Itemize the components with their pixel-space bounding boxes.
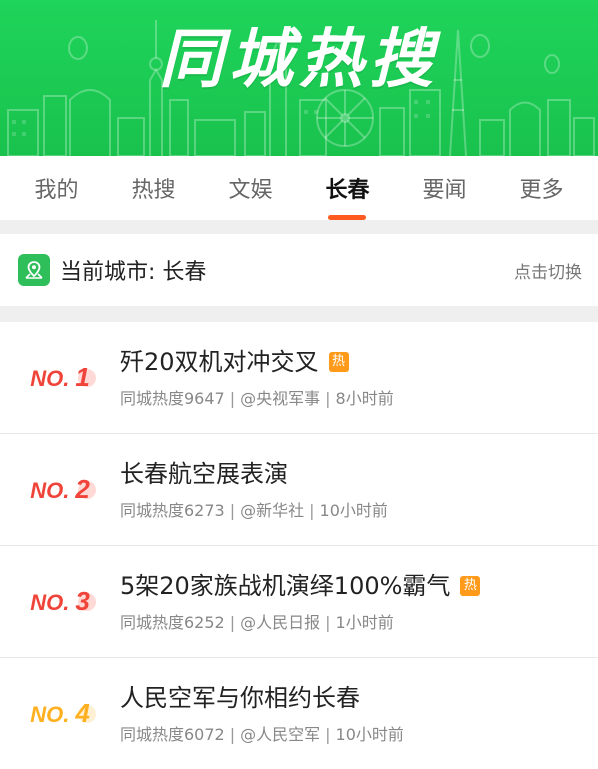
tab-hot-search[interactable]: 热搜	[127, 166, 179, 210]
section-divider	[0, 220, 598, 234]
item-title: 长春航空展表演	[120, 459, 288, 488]
item-title: 歼20双机对冲交叉 热	[120, 347, 582, 377]
tab-label: 热搜	[131, 178, 176, 203]
banner: 同城热搜	[0, 0, 598, 156]
list-item[interactable]: NO. 3 5架20家族战机演绎100%霸气 热 同城热度6252 | @人民日报 | 1…	[0, 546, 598, 658]
switch-city-link[interactable]: 点击切换	[514, 258, 582, 283]
list-item[interactable]: NO. 4 人民空军与你相约长春 同城热度6072 | @人民空军 | 10小时前	[0, 658, 598, 769]
location-map-icon	[18, 254, 50, 286]
rank-badge: NO. 1	[0, 362, 120, 393]
tab-news[interactable]: 要闻	[418, 166, 470, 210]
item-meta: 同城热度6072 | @人民空军 | 10小时前	[120, 724, 404, 744]
item-title: 人民空军与你相约长春	[120, 683, 360, 712]
list-item[interactable]: NO. 1 歼20双机对冲交叉 热 同城热度9647 | @央视军事 | 8小时前	[0, 322, 598, 434]
tab-label: 文娱	[228, 178, 273, 203]
tab-label: 要闻	[422, 178, 467, 203]
rank-number: NO. 3	[30, 586, 90, 616]
current-city-label: 当前城市: 长春	[60, 260, 207, 285]
rank-number: NO. 2	[30, 474, 90, 504]
rank-badge: NO. 3	[0, 586, 120, 617]
rank-number: NO. 4	[30, 698, 90, 728]
hot-search-list: NO. 1 歼20双机对冲交叉 热 同城热度9647 | @央视军事 | 8小时前 NO.…	[0, 322, 598, 769]
rank-badge: NO. 4	[0, 698, 120, 729]
active-tab-indicator	[328, 215, 367, 220]
item-meta: 同城热度9647 | @央视军事 | 8小时前	[120, 388, 394, 408]
hot-badge: 热	[328, 351, 349, 372]
rank-number: NO. 1	[30, 362, 90, 392]
current-city-row: 当前城市: 长春 点击切换	[0, 234, 598, 306]
banner-title: 同城热搜	[159, 23, 439, 97]
item-meta: 同城热度6252 | @人民日报 | 1小时前	[120, 612, 394, 632]
rank-badge: NO. 2	[0, 474, 120, 505]
tab-mine[interactable]: 我的	[30, 166, 82, 210]
tab-entertainment[interactable]: 文娱	[224, 166, 276, 210]
tab-bar: 我的 热搜 文娱 长春 要闻 更多	[0, 156, 598, 220]
tab-changchun[interactable]: 长春	[321, 166, 373, 220]
item-meta: 同城热度6273 | @新华社 | 10小时前	[120, 500, 388, 520]
list-item[interactable]: NO. 2 长春航空展表演 同城热度6273 | @新华社 | 10小时前	[0, 434, 598, 546]
section-divider	[0, 306, 598, 322]
hot-badge: 热	[460, 575, 481, 596]
item-title: 5架20家族战机演绎100%霸气 热	[120, 571, 582, 601]
tab-label: 长春	[325, 178, 370, 203]
tab-label: 我的	[34, 178, 79, 203]
tab-more[interactable]: 更多	[515, 166, 567, 210]
tab-label: 更多	[519, 178, 564, 203]
